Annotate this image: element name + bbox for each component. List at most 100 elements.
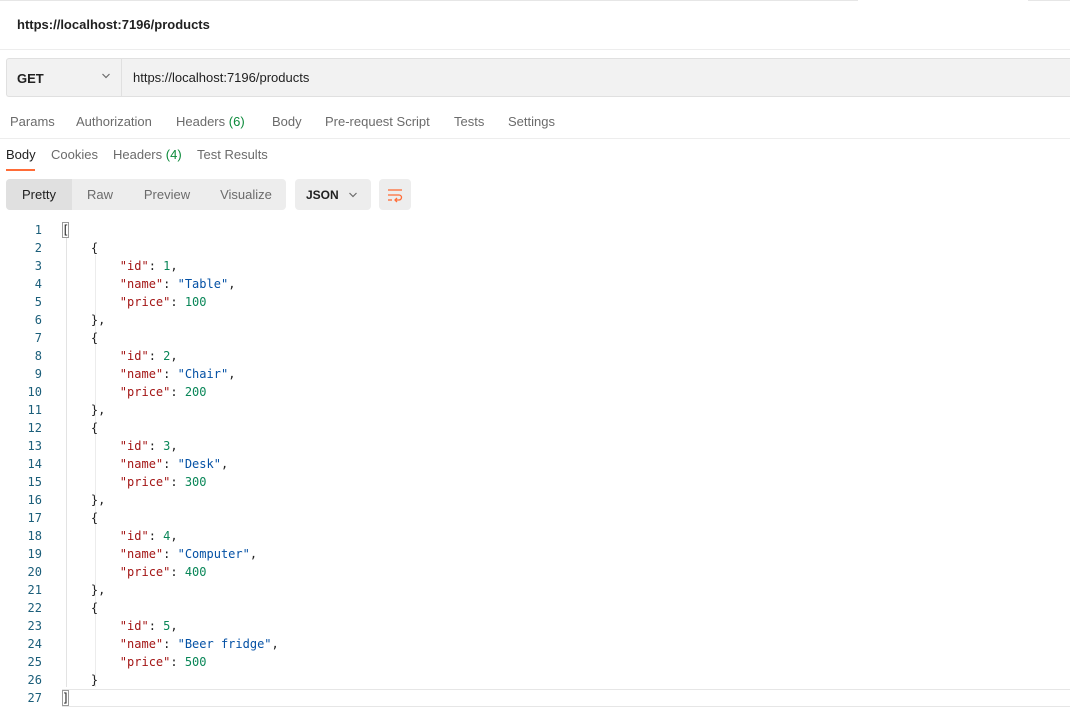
line-number: 24 [27, 637, 42, 651]
code-text: { [62, 601, 99, 615]
tab-pre-request-script[interactable]: Pre-request Script [325, 114, 430, 129]
format-select[interactable]: JSON [295, 179, 371, 210]
line-number: 11 [27, 403, 42, 417]
line-number: 18 [27, 529, 42, 543]
code-line: 23 "id": 5, [0, 617, 1070, 635]
code-text: "name": "Beer fridge", [119, 637, 279, 651]
code-line: 3 "id": 1, [0, 257, 1070, 275]
code-line: 12 { [0, 419, 1070, 437]
code-text: "price": 500 [119, 655, 207, 669]
code-line: 26 } [0, 671, 1070, 689]
view-raw-button[interactable]: Raw [72, 179, 128, 210]
line-number: 21 [27, 583, 42, 597]
word-wrap-button[interactable] [379, 179, 411, 210]
view-visualize-button[interactable]: Visualize [206, 179, 286, 210]
code-line: 8 "id": 2, [0, 347, 1070, 365]
code-text: ] [62, 691, 70, 705]
line-number: 3 [34, 259, 42, 273]
code-text: "price": 200 [119, 385, 207, 399]
line-number: 16 [27, 493, 42, 507]
tab-params[interactable]: Params [10, 114, 55, 129]
headers-count: (6) [228, 114, 245, 129]
code-text: "name": "Desk", [119, 457, 229, 471]
line-number: 7 [34, 331, 42, 345]
line-number: 12 [27, 421, 42, 435]
line-number: 19 [27, 547, 42, 561]
code-text: }, [62, 493, 106, 507]
line-number: 27 [27, 691, 42, 705]
line-number: 15 [27, 475, 42, 489]
code-text: "name": "Computer", [119, 547, 258, 561]
code-text: "id": 4, [119, 529, 178, 543]
line-number: 26 [27, 673, 42, 687]
active-tab-indicator [6, 169, 35, 171]
code-line: 6 }, [0, 311, 1070, 329]
code-line: 14 "name": "Desk", [0, 455, 1070, 473]
code-text: }, [62, 403, 106, 417]
code-text: "price": 400 [119, 565, 207, 579]
method-label: GET [17, 71, 44, 86]
divider [0, 49, 1070, 50]
tab-headers[interactable]: Headers (6) [176, 114, 245, 129]
code-line: 9 "name": "Chair", [0, 365, 1070, 383]
line-number: 25 [27, 655, 42, 669]
code-line: 19 "name": "Computer", [0, 545, 1070, 563]
request-title: https://localhost:7196/products [17, 17, 210, 32]
code-text: { [62, 241, 99, 255]
tab-settings[interactable]: Settings [508, 114, 555, 129]
code-text: [ [62, 223, 70, 237]
request-bar: GET https://localhost:7196/products [6, 58, 1070, 97]
code-line: 7 { [0, 329, 1070, 347]
code-line: 2 { [0, 239, 1070, 257]
view-pretty-button[interactable]: Pretty [6, 179, 72, 210]
code-text: "price": 100 [119, 295, 207, 309]
response-tab-test-results[interactable]: Test Results [197, 147, 268, 162]
response-headers-count: (4) [165, 147, 182, 162]
code-text: "id": 5, [119, 619, 178, 633]
code-line: 17 { [0, 509, 1070, 527]
code-text: }, [62, 583, 106, 597]
top-border [0, 0, 858, 1]
code-text: "id": 2, [119, 349, 178, 363]
chevron-down-icon [349, 192, 357, 198]
code-line: 5 "price": 100 [0, 293, 1070, 311]
line-number: 20 [27, 565, 42, 579]
url-input[interactable]: https://localhost:7196/products [133, 70, 309, 85]
tab-tests[interactable]: Tests [454, 114, 484, 129]
code-line: 13 "id": 3, [0, 437, 1070, 455]
code-text: "name": "Chair", [119, 367, 236, 381]
code-line: 21 }, [0, 581, 1070, 599]
code-line: 27] [0, 689, 1070, 707]
code-text: "price": 300 [119, 475, 207, 489]
response-tab-headers-label: Headers [113, 147, 163, 162]
tab-authorization[interactable]: Authorization [76, 114, 152, 129]
line-number: 5 [34, 295, 42, 309]
line-number: 13 [27, 439, 42, 453]
code-line: 1[ [0, 221, 1070, 239]
line-number: 9 [34, 367, 42, 381]
tab-body[interactable]: Body [272, 114, 302, 129]
code-text: { [62, 421, 99, 435]
view-preview-button[interactable]: Preview [128, 179, 206, 210]
code-text: { [62, 511, 99, 525]
code-text: "id": 1, [119, 259, 178, 273]
response-tab-cookies[interactable]: Cookies [51, 147, 98, 162]
code-text: "name": "Table", [119, 277, 236, 291]
divider [0, 138, 1070, 139]
line-number: 22 [27, 601, 42, 615]
response-tab-headers[interactable]: Headers (4) [113, 147, 182, 162]
method-select[interactable]: GET [7, 59, 122, 96]
line-number: 17 [27, 511, 42, 525]
code-line: 24 "name": "Beer fridge", [0, 635, 1070, 653]
response-tab-body[interactable]: Body [6, 147, 36, 162]
code-line: 25 "price": 500 [0, 653, 1070, 671]
line-number: 23 [27, 619, 42, 633]
code-line: 15 "price": 300 [0, 473, 1070, 491]
line-number: 4 [34, 277, 42, 291]
code-text: }, [62, 313, 106, 327]
view-mode-group: Pretty Raw Preview Visualize [6, 179, 286, 210]
chevron-down-icon [102, 73, 110, 79]
code-line: 18 "id": 4, [0, 527, 1070, 545]
code-line: 11 }, [0, 401, 1070, 419]
line-number: 6 [34, 313, 42, 327]
